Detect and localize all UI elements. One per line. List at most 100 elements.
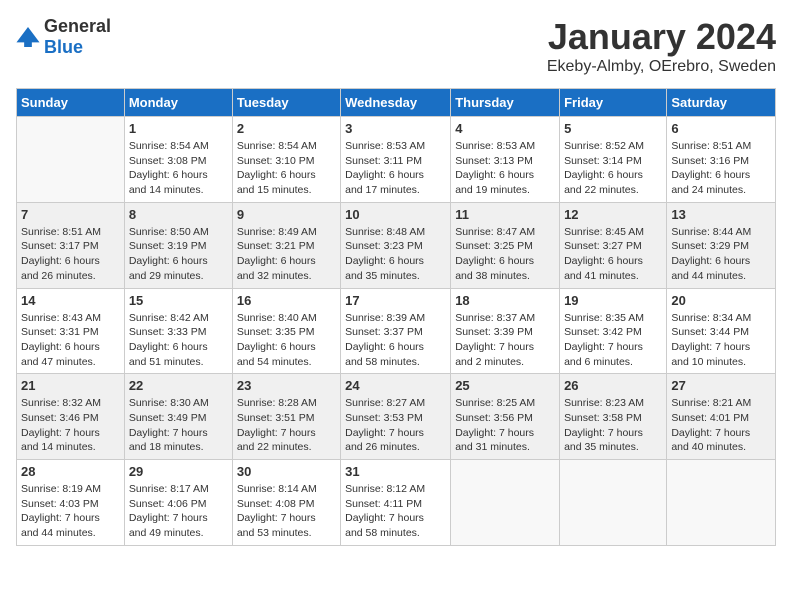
weekday-header-friday: Friday (560, 89, 667, 117)
day-number: 12 (564, 207, 662, 222)
day-number: 6 (671, 121, 771, 136)
calendar-cell: 12 Sunrise: 8:45 AMSunset: 3:27 PMDayligh… (560, 202, 667, 288)
calendar-cell: 15 Sunrise: 8:42 AMSunset: 3:33 PMDayligh… (124, 288, 232, 374)
day-number: 15 (129, 293, 228, 308)
calendar-cell: 28Sunrise: 8:19 AMSunset: 4:03 PMDayligh… (17, 460, 125, 546)
calendar-week-row: 14 Sunrise: 8:43 AMSunset: 3:31 PMDayligh… (17, 288, 776, 374)
day-number: 2 (237, 121, 336, 136)
day-number: 18 (455, 293, 555, 308)
calendar-cell (560, 460, 667, 546)
day-number: 1 (129, 121, 228, 136)
weekday-header-sunday: Sunday (17, 89, 125, 117)
calendar-cell: 31 Sunrise: 8:12 AMSunset: 4:11 PMDayligh… (341, 460, 451, 546)
calendar-week-row: 7 Sunrise: 8:51 AMSunset: 3:17 PMDaylight… (17, 202, 776, 288)
day-info: Sunrise: 8:40 AMSunset: 3:35 PMDaylight:… (237, 311, 336, 370)
calendar-cell: 22 Sunrise: 8:30 AMSunset: 3:49 PMDayligh… (124, 374, 232, 460)
day-number: 3 (345, 121, 446, 136)
day-number: 31 (345, 464, 446, 479)
day-info: Sunrise: 8:17 AMSunset: 4:06 PMDaylight:… (129, 482, 228, 541)
calendar-cell: 14 Sunrise: 8:43 AMSunset: 3:31 PMDayligh… (17, 288, 125, 374)
day-info: Sunrise: 8:23 AMSunset: 3:58 PMDaylight:… (564, 396, 662, 455)
day-info: Sunrise: 8:53 AMSunset: 3:13 PMDaylight:… (455, 139, 555, 198)
day-info: Sunrise: 8:34 AMSunset: 3:44 PMDaylight:… (671, 311, 771, 370)
calendar-week-row: 1 Sunrise: 8:54 AMSunset: 3:08 PMDaylight… (17, 117, 776, 203)
day-info: Sunrise: 8:32 AMSunset: 3:46 PMDaylight:… (21, 396, 120, 455)
calendar-cell: 29 Sunrise: 8:17 AMSunset: 4:06 PMDayligh… (124, 460, 232, 546)
day-info: Sunrise: 8:42 AMSunset: 3:33 PMDaylight:… (129, 311, 228, 370)
calendar-cell: 1 Sunrise: 8:54 AMSunset: 3:08 PMDaylight… (124, 117, 232, 203)
calendar-cell (667, 460, 776, 546)
day-number: 19 (564, 293, 662, 308)
calendar-cell: 17 Sunrise: 8:39 AMSunset: 3:37 PMDayligh… (341, 288, 451, 374)
calendar-cell: 10 Sunrise: 8:48 AMSunset: 3:23 PMDayligh… (341, 202, 451, 288)
day-info: Sunrise: 8:52 AMSunset: 3:14 PMDaylight:… (564, 139, 662, 198)
day-info: Sunrise: 8:54 AMSunset: 3:10 PMDaylight:… (237, 139, 336, 198)
logo-text: General Blue (44, 16, 111, 58)
day-number: 23 (237, 378, 336, 393)
calendar-cell: 13 Sunrise: 8:44 AMSunset: 3:29 PMDayligh… (667, 202, 776, 288)
day-number: 13 (671, 207, 771, 222)
weekday-header-row: SundayMondayTuesdayWednesdayThursdayFrid… (17, 89, 776, 117)
calendar-cell: 6 Sunrise: 8:51 AMSunset: 3:16 PMDaylight… (667, 117, 776, 203)
calendar-cell: 21Sunrise: 8:32 AMSunset: 3:46 PMDayligh… (17, 374, 125, 460)
day-number: 28 (21, 464, 120, 479)
day-number: 10 (345, 207, 446, 222)
weekday-header-saturday: Saturday (667, 89, 776, 117)
calendar-cell: 16 Sunrise: 8:40 AMSunset: 3:35 PMDayligh… (232, 288, 340, 374)
day-info: Sunrise: 8:14 AMSunset: 4:08 PMDaylight:… (237, 482, 336, 541)
day-number: 29 (129, 464, 228, 479)
weekday-header-thursday: Thursday (451, 89, 560, 117)
calendar-cell: 4 Sunrise: 8:53 AMSunset: 3:13 PMDaylight… (451, 117, 560, 203)
day-number: 26 (564, 378, 662, 393)
day-info: Sunrise: 8:30 AMSunset: 3:49 PMDaylight:… (129, 396, 228, 455)
day-info: Sunrise: 8:25 AMSunset: 3:56 PMDaylight:… (455, 396, 555, 455)
title-block: January 2024 Ekeby-Almby, OErebro, Swede… (547, 16, 776, 76)
logo-general: General (44, 16, 111, 36)
day-number: 14 (21, 293, 120, 308)
calendar-cell: 11 Sunrise: 8:47 AMSunset: 3:25 PMDayligh… (451, 202, 560, 288)
day-number: 11 (455, 207, 555, 222)
day-number: 22 (129, 378, 228, 393)
day-number: 17 (345, 293, 446, 308)
day-number: 9 (237, 207, 336, 222)
day-info: Sunrise: 8:44 AMSunset: 3:29 PMDaylight:… (671, 225, 771, 284)
day-info: Sunrise: 8:50 AMSunset: 3:19 PMDaylight:… (129, 225, 228, 284)
day-info: Sunrise: 8:54 AMSunset: 3:08 PMDaylight:… (129, 139, 228, 198)
calendar-cell: 27Sunrise: 8:21 AMSunset: 4:01 PMDayligh… (667, 374, 776, 460)
day-number: 8 (129, 207, 228, 222)
day-info: Sunrise: 8:45 AMSunset: 3:27 PMDaylight:… (564, 225, 662, 284)
calendar-cell: 3 Sunrise: 8:53 AMSunset: 3:11 PMDaylight… (341, 117, 451, 203)
day-info: Sunrise: 8:51 AMSunset: 3:17 PMDaylight:… (21, 225, 120, 284)
calendar-week-row: 28Sunrise: 8:19 AMSunset: 4:03 PMDayligh… (17, 460, 776, 546)
day-info: Sunrise: 8:47 AMSunset: 3:25 PMDaylight:… (455, 225, 555, 284)
logo-icon (16, 27, 40, 47)
calendar-cell: 18 Sunrise: 8:37 AMSunset: 3:39 PMDayligh… (451, 288, 560, 374)
calendar-cell: 23 Sunrise: 8:28 AMSunset: 3:51 PMDayligh… (232, 374, 340, 460)
weekday-header-monday: Monday (124, 89, 232, 117)
day-number: 5 (564, 121, 662, 136)
day-info: Sunrise: 8:35 AMSunset: 3:42 PMDaylight:… (564, 311, 662, 370)
day-number: 24 (345, 378, 446, 393)
day-number: 16 (237, 293, 336, 308)
calendar-cell: 7 Sunrise: 8:51 AMSunset: 3:17 PMDaylight… (17, 202, 125, 288)
calendar-cell: 20Sunrise: 8:34 AMSunset: 3:44 PMDayligh… (667, 288, 776, 374)
day-info: Sunrise: 8:37 AMSunset: 3:39 PMDaylight:… (455, 311, 555, 370)
day-info: Sunrise: 8:39 AMSunset: 3:37 PMDaylight:… (345, 311, 446, 370)
day-number: 7 (21, 207, 120, 222)
day-info: Sunrise: 8:21 AMSunset: 4:01 PMDaylight:… (671, 396, 771, 455)
logo-blue: Blue (44, 37, 83, 57)
calendar-cell: 9Sunrise: 8:49 AMSunset: 3:21 PMDaylight… (232, 202, 340, 288)
day-info: Sunrise: 8:48 AMSunset: 3:23 PMDaylight:… (345, 225, 446, 284)
day-info: Sunrise: 8:12 AMSunset: 4:11 PMDaylight:… (345, 482, 446, 541)
calendar-cell (451, 460, 560, 546)
calendar-cell: 25Sunrise: 8:25 AMSunset: 3:56 PMDayligh… (451, 374, 560, 460)
calendar-cell: 2 Sunrise: 8:54 AMSunset: 3:10 PMDaylight… (232, 117, 340, 203)
day-number: 4 (455, 121, 555, 136)
calendar-cell: 5 Sunrise: 8:52 AMSunset: 3:14 PMDaylight… (560, 117, 667, 203)
day-info: Sunrise: 8:51 AMSunset: 3:16 PMDaylight:… (671, 139, 771, 198)
day-info: Sunrise: 8:43 AMSunset: 3:31 PMDaylight:… (21, 311, 120, 370)
weekday-header-tuesday: Tuesday (232, 89, 340, 117)
day-info: Sunrise: 8:53 AMSunset: 3:11 PMDaylight:… (345, 139, 446, 198)
day-info: Sunrise: 8:28 AMSunset: 3:51 PMDaylight:… (237, 396, 336, 455)
calendar-cell (17, 117, 125, 203)
